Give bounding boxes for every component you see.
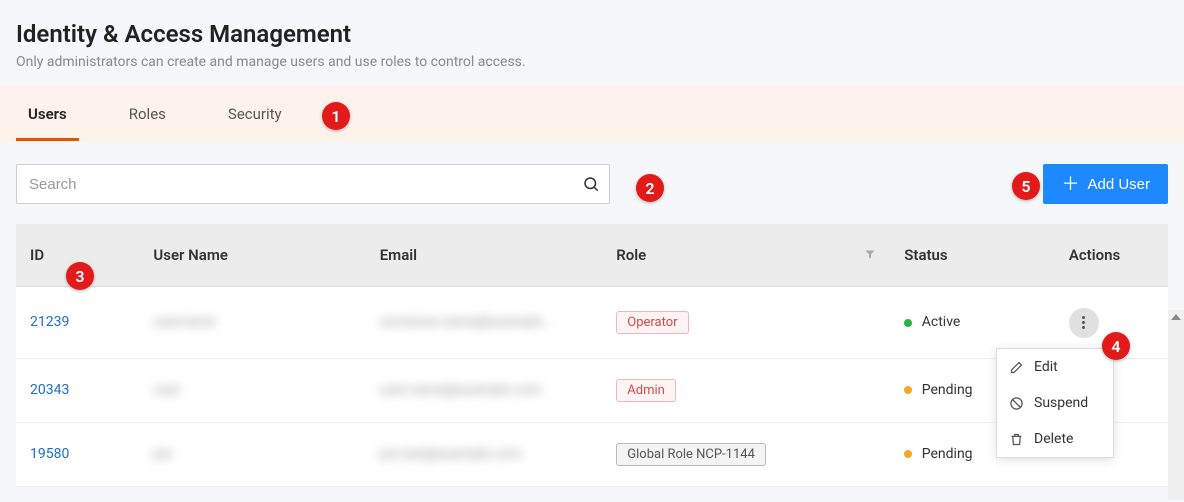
search-field-wrap: [16, 164, 610, 204]
status-dot-pending-icon: [904, 386, 912, 394]
search-input[interactable]: [16, 164, 610, 204]
user-name-cell: user: [153, 382, 180, 398]
annotation-1: 1: [322, 102, 350, 130]
user-name-cell: username: [153, 314, 215, 330]
col-header-username[interactable]: User Name: [139, 224, 365, 287]
tab-users[interactable]: Users: [16, 87, 79, 141]
annotation-5: 5: [1012, 172, 1040, 200]
table-header-row: ID User Name Email Role Status Actions: [16, 224, 1168, 287]
delete-icon: [1009, 432, 1024, 447]
annotation-3: 3: [66, 262, 94, 290]
tabs-bar: Users Roles Security: [0, 86, 1184, 142]
annotation-2: 2: [636, 174, 664, 202]
menu-item-edit[interactable]: Edit: [997, 349, 1113, 385]
col-header-actions: Actions: [1055, 224, 1168, 287]
suspend-icon: [1009, 396, 1024, 411]
search-icon[interactable]: [582, 175, 600, 193]
tab-security[interactable]: Security: [216, 87, 294, 141]
add-user-label: Add User: [1087, 176, 1150, 193]
kebab-icon: [1082, 316, 1085, 329]
user-name-cell: joe: [153, 446, 172, 462]
page-title: Identity & Access Management: [16, 20, 1168, 48]
page-header: Identity & Access Management Only admini…: [0, 0, 1184, 86]
user-email-cell: someone.name@example...: [380, 314, 553, 330]
filter-icon[interactable]: [864, 246, 876, 264]
user-email-cell: joe.last@example.com: [380, 446, 522, 462]
user-id-link[interactable]: 20343: [30, 382, 69, 398]
row-actions-button[interactable]: [1069, 308, 1099, 338]
tab-roles[interactable]: Roles: [117, 87, 178, 141]
status-dot-active-icon: [904, 319, 912, 327]
role-badge: Admin: [616, 379, 676, 402]
user-email-cell: user.name@example.com: [380, 382, 542, 398]
scrollbar[interactable]: [1168, 310, 1184, 500]
role-badge: Operator: [616, 311, 688, 334]
toolbar: ＋ Add User: [0, 142, 1184, 214]
menu-item-suspend[interactable]: Suspend: [997, 385, 1113, 421]
row-actions-menu: Edit Suspend Delete: [996, 348, 1114, 458]
users-table-wrap: ID User Name Email Role Status Actions 2…: [0, 214, 1184, 487]
user-id-link[interactable]: 19580: [30, 446, 69, 462]
edit-icon: [1009, 360, 1024, 375]
menu-item-delete[interactable]: Delete: [997, 421, 1113, 457]
add-user-button[interactable]: ＋ Add User: [1043, 164, 1168, 204]
role-badge: Global Role NCP-1144: [616, 443, 766, 466]
col-header-role[interactable]: Role: [602, 224, 890, 287]
status-dot-pending-icon: [904, 450, 912, 458]
plus-icon: ＋: [1061, 175, 1079, 193]
scroll-up-icon[interactable]: [1171, 314, 1181, 320]
user-id-link[interactable]: 21239: [30, 314, 69, 330]
col-header-email[interactable]: Email: [366, 224, 603, 287]
page-subtitle: Only administrators can create and manag…: [16, 54, 1168, 70]
col-header-status[interactable]: Status: [890, 224, 1055, 287]
annotation-4: 4: [1102, 332, 1130, 360]
